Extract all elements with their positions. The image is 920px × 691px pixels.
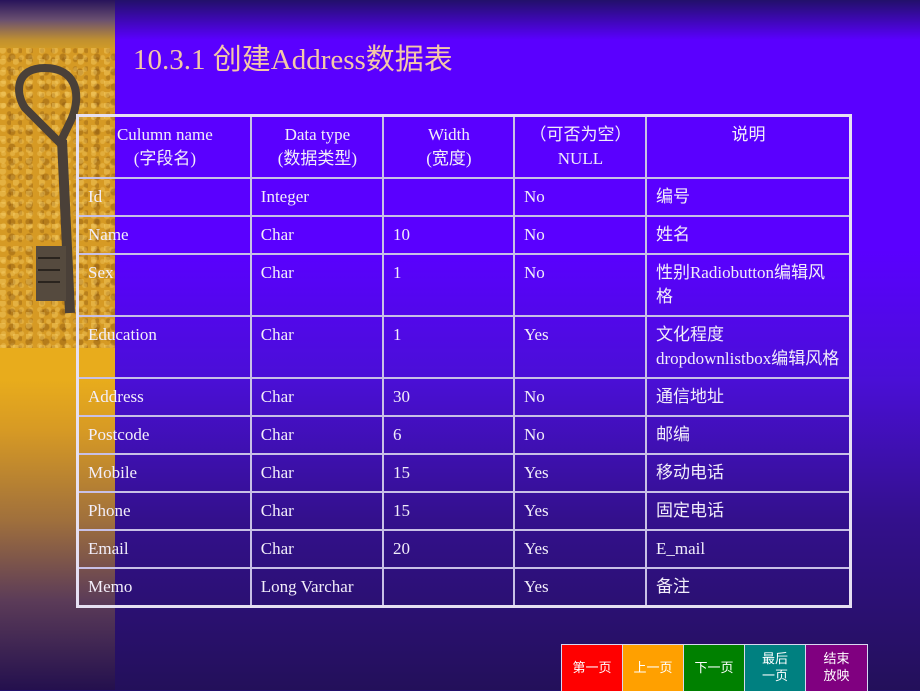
cell-data-type: Char [249,215,384,255]
cell-width: 30 [381,377,515,417]
cell-data-type: Char [249,529,384,569]
cell-nullable: Yes [512,491,647,531]
cell-description: 移动电话 [644,453,852,493]
cell-description: 固定电话 [644,491,852,531]
cell-column-name: Postcode [76,415,252,455]
address-schema-table: Culumn name (字段名) Data type (数据类型) Width (宽… [76,114,852,608]
table-header-row: Culumn name (字段名) Data type (数据类型) Width (宽… [76,114,852,179]
header-text: Data type [284,125,351,144]
header-data-type: Data type (数据类型) [249,114,384,179]
cell-width: 20 [381,529,515,569]
table-row: Address Char 30 No 通信地址 [76,377,852,417]
cell-nullable: No [512,177,647,217]
table-row: Name Char 10 No 姓名 [76,215,852,255]
cell-description: 通信地址 [644,377,852,417]
table-row: Mobile Char 15 Yes 移动电话 [76,453,852,493]
cell-width [381,177,515,217]
nav-label: 下一页 [694,660,734,676]
nav-label: 上一页 [633,660,673,676]
cell-nullable: No [512,215,647,255]
cell-width: 6 [381,415,515,455]
cell-column-name: Phone [76,491,252,531]
first-page-button[interactable]: 第一页 [562,645,623,691]
slide-navigation: 第一页 上一页 下一页 最后一页 结束放映 [561,644,868,691]
cell-data-type: Integer [249,177,384,217]
cell-nullable: No [512,253,647,317]
header-width: Width (宽度) [381,114,515,179]
nav-label: 结束放映 [823,652,850,684]
header-text: （可否为空） [529,125,632,144]
header-subtext: (字段名) [133,149,197,168]
cell-data-type: Char [249,415,384,455]
table-row: Postcode Char 6 No 邮编 [76,415,852,455]
cell-column-name: Email [76,529,252,569]
cell-column-name: Name [76,215,252,255]
cell-description: 性别Radiobutton编辑风格 [644,253,852,317]
header-text: 说明 [731,125,766,144]
cell-description: E_mail [644,529,852,569]
cell-description: 邮编 [644,415,852,455]
cell-column-name: Address [76,377,252,417]
header-description: 说明 [644,114,852,179]
header-text: Width [428,125,470,144]
header-text: Culumn name [116,125,213,144]
table-row: Email Char 20 Yes E_mail [76,529,852,569]
header-subtext: (数据类型) [277,149,358,168]
cell-width: 10 [381,215,515,255]
slide-title: 10.3.1 创建Address数据表 [133,44,453,76]
cell-description: 姓名 [644,215,852,255]
cell-nullable: No [512,377,647,417]
cell-column-name: Sex [76,253,252,317]
cell-data-type: Char [249,453,384,493]
cell-width: 15 [381,491,515,531]
cell-column-name: Id [76,177,252,217]
end-show-button[interactable]: 结束放映 [806,645,867,691]
cell-data-type: Char [249,491,384,531]
cell-column-name: Education [76,315,252,379]
cell-column-name: Memo [76,567,252,608]
table-row: Education Char 1 Yes 文化程度 dropdownlistbox编辑风… [76,315,852,379]
cell-nullable: Yes [512,315,647,379]
cell-description: 文化程度 dropdownlistbox编辑风格 [644,315,852,379]
cell-column-name: Mobile [76,453,252,493]
cell-description: 备注 [644,567,852,608]
previous-page-button[interactable]: 上一页 [623,645,684,691]
cell-width [381,567,515,608]
cell-nullable: Yes [512,453,647,493]
header-subtext: (宽度) [426,149,472,168]
table-row: Sex Char 1 No 性别Radiobutton编辑风格 [76,253,852,317]
header-subtext: NULL [557,149,604,168]
cell-nullable: Yes [512,529,647,569]
cell-data-type: Char [249,377,384,417]
cell-data-type: Char [249,315,384,379]
cell-width: 1 [381,253,515,317]
header-column-name: Culumn name (字段名) [76,114,252,179]
nav-label: 第一页 [572,660,612,676]
header-nullable: （可否为空） NULL [512,114,647,179]
cell-data-type: Char [249,253,384,317]
nav-label: 最后一页 [761,652,788,684]
last-page-button[interactable]: 最后一页 [745,645,806,691]
table-row: Phone Char 15 Yes 固定电话 [76,491,852,531]
cell-data-type: Long Varchar [249,567,384,608]
table-row: Memo Long Varchar Yes 备注 [76,567,852,608]
table-row: Id Integer No 编号 [76,177,852,217]
cell-width: 15 [381,453,515,493]
cell-description: 编号 [644,177,852,217]
cell-nullable: No [512,415,647,455]
cell-width: 1 [381,315,515,379]
cell-nullable: Yes [512,567,647,608]
next-page-button[interactable]: 下一页 [684,645,745,691]
